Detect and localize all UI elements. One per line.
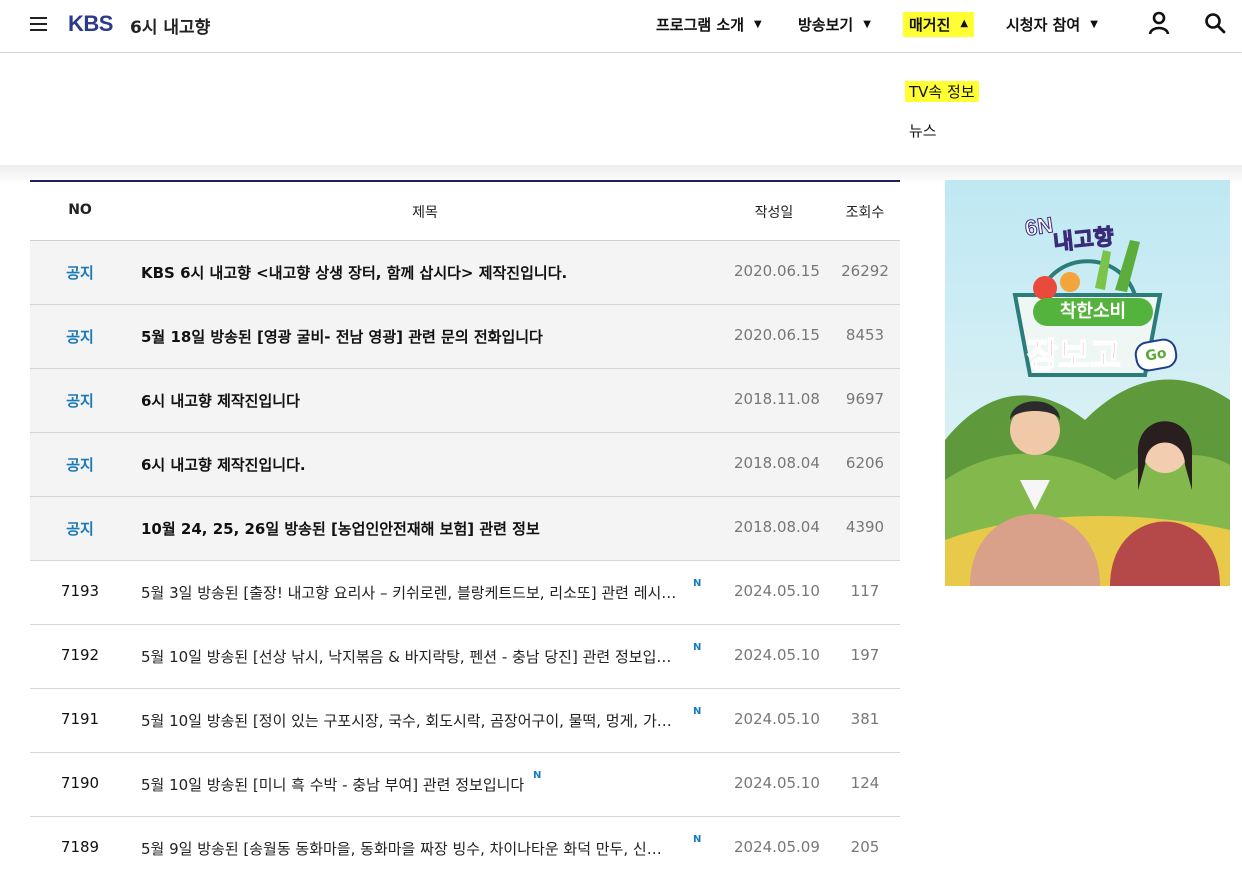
row-no: 공지 [66,264,94,282]
row-title[interactable]: 5월 3일 방송된 [출장! 내고향 요리사 – 키쉬로렌, 블랑케트드보, 리… [141,582,686,603]
row-hits: 197 [850,646,880,664]
table-header: NO 제목 작성일 조회수 [30,182,900,241]
row-date: 2020.06.15 [734,262,820,280]
row-hits: 205 [850,838,880,856]
row-date: 2020.06.15 [734,326,820,344]
caret-up-icon: ▲ [960,18,969,29]
row-hits: 26292 [841,262,889,280]
row-date: 2024.05.10 [734,774,820,792]
row-no: 공지 [66,456,94,474]
table-row[interactable]: 7191 5월 10일 방송된 [정이 있는 구포시장, 국수, 회도시락, 곰… [30,689,900,753]
row-title[interactable]: 6시 내고향 제작진입니다. [141,454,701,475]
banner-line1: 착한소비 [1033,298,1153,326]
row-title[interactable]: KBS 6시 내고향 <내고향 상생 장터, 함께 삽시다> 제작진입니다. [141,262,701,283]
search-icon[interactable] [1204,12,1226,34]
row-title[interactable]: 10월 24, 25, 26일 방송된 [농업인안전재해 보험] 관련 정보 [141,518,701,539]
header-no: NO [68,202,92,218]
nav-label: 프로그램 소개 [656,16,745,34]
banner-program: 내고향 [1052,224,1116,257]
nav-label: 시청자 참여 [1006,16,1081,34]
table-row[interactable]: 7190 5월 10일 방송된 [미니 흑 수박 - 충남 부여] 관련 정보입… [30,753,900,817]
header-title: 제목 [412,205,438,221]
row-no: 7192 [60,646,100,664]
banner-line2: 장보고 [1026,335,1121,377]
caret-down-icon: ▼ [754,19,762,30]
row-no: 공지 [66,328,94,346]
row-hits: 9697 [845,390,885,408]
magazine-dropdown: TV속 정보 뉴스 [0,53,1242,165]
row-no: 7189 [60,838,100,856]
row-hits: 8453 [845,326,885,344]
user-icon[interactable] [1148,11,1170,35]
table-row[interactable]: 공지 5월 18일 방송된 [영광 굴비- 전남 영광] 관련 문의 전화입니다… [30,305,900,369]
row-hits: 4390 [845,518,885,536]
caret-down-icon: ▼ [863,19,871,30]
header-date: 작성일 [754,205,794,221]
row-no: 7190 [60,774,100,792]
row-date: 2018.08.04 [734,518,820,536]
site-header: KBS 6시 내고향 프로그램 소개 ▼ 방송보기 ▼ 매거진 ▲ 시청자 참여… [0,0,1242,53]
row-date: 2024.05.09 [734,838,820,856]
row-hits: 6206 [845,454,885,472]
dropdown-item-news[interactable]: 뉴스 [909,120,937,141]
dropdown-item-tv-info[interactable]: TV속 정보 [905,81,979,102]
row-date: 2024.05.10 [734,582,820,600]
row-hits: 124 [850,774,880,792]
caret-down-icon: ▼ [1090,19,1098,30]
row-date: 2018.08.04 [734,454,820,472]
new-badge: N [533,770,542,781]
row-date: 2024.05.10 [734,646,820,664]
new-badge: N [693,642,702,653]
banner-badge: 6N [1023,212,1055,242]
nav-magazine[interactable]: 매거진 ▲ [903,12,975,37]
kbs-logo[interactable]: KBS [68,11,113,37]
nav-viewer-participation[interactable]: 시청자 참여 ▼ [1006,14,1098,35]
row-hits: 381 [850,710,880,728]
header-hits: 조회수 [845,205,885,221]
row-hits: 117 [850,582,880,600]
nav-program-intro[interactable]: 프로그램 소개 ▼ [656,14,762,35]
nav-label: 매거진 [909,16,951,34]
table-row[interactable]: 7189 5월 9일 방송된 [송월동 동화마을, 동화마을 짜장 빙수, 차이… [30,817,900,880]
new-badge: N [693,578,702,589]
table-row[interactable]: 7192 5월 10일 방송된 [선상 낚시, 낙지볶음 & 바지락탕, 펜션 … [30,625,900,689]
row-title[interactable]: 5월 10일 방송된 [미니 흑 수박 - 충남 부여] 관련 정보입니다 [141,774,531,795]
table-row[interactable]: 7193 5월 3일 방송된 [출장! 내고향 요리사 – 키쉬로렌, 블랑케트… [30,561,900,625]
row-no: 7193 [60,582,100,600]
table-row[interactable]: 공지 10월 24, 25, 26일 방송된 [농업인안전재해 보험] 관련 정… [30,497,900,561]
table-row[interactable]: 공지 6시 내고향 제작진입니다 2018.11.08 9697 [30,369,900,433]
row-title[interactable]: 5월 18일 방송된 [영광 굴비- 전남 영광] 관련 문의 전화입니다 [141,326,701,347]
board-table: NO 제목 작성일 조회수 공지 KBS 6시 내고향 <내고향 상생 장터, … [30,180,900,880]
new-badge: N [693,834,702,845]
row-no: 공지 [66,392,94,410]
menu-icon[interactable] [30,17,47,31]
table-row[interactable]: 공지 6시 내고향 제작진입니다. 2018.08.04 6206 [30,433,900,497]
program-title[interactable]: 6시 내고향 [130,13,210,38]
row-title[interactable]: 6시 내고향 제작진입니다 [141,390,701,411]
row-date: 2018.11.08 [734,390,820,408]
row-title[interactable]: 5월 9일 방송된 [송월동 동화마을, 동화마을 짜장 빙수, 차이나타운 화… [141,838,686,859]
nav-watch[interactable]: 방송보기 ▼ [798,14,871,35]
nav-label: 방송보기 [798,16,854,34]
table-row[interactable]: 공지 KBS 6시 내고향 <내고향 상생 장터, 함께 삽시다> 제작진입니다… [30,241,900,305]
promo-banner[interactable]: 6N 내고향 착한소비 장보고 Go [945,180,1230,586]
new-badge: N [693,706,702,717]
row-no: 공지 [66,520,94,538]
row-date: 2024.05.10 [734,710,820,728]
row-title[interactable]: 5월 10일 방송된 [선상 낚시, 낙지볶음 & 바지락탕, 펜션 - 충남 … [141,646,686,667]
row-title[interactable]: 5월 10일 방송된 [정이 있는 구포시장, 국수, 회도시락, 곰장어구이,… [141,710,686,731]
row-no: 7191 [60,710,100,728]
